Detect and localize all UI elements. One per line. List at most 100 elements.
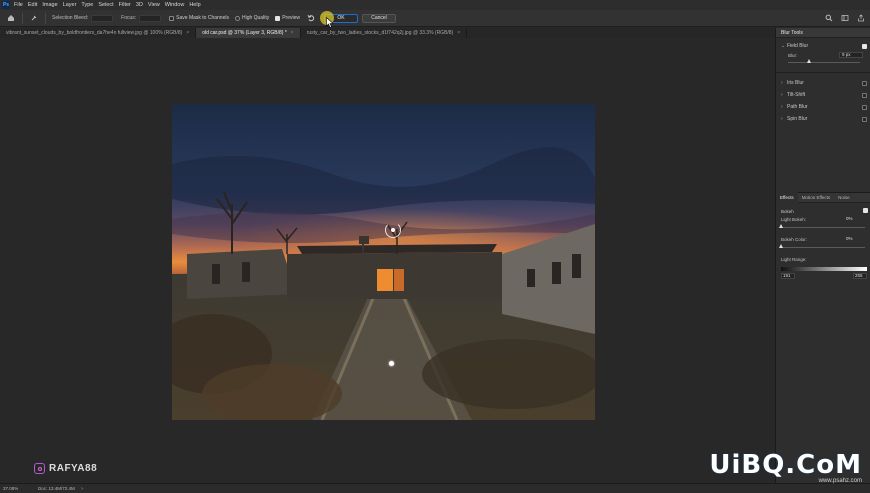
menu-filter[interactable]: Filter (119, 2, 131, 8)
tab-vibrant-sunset[interactable]: vibrant_sunset_clouds_by_boldfrontiers_d… (0, 28, 197, 38)
high-quality-box[interactable] (234, 15, 240, 21)
divider (776, 72, 870, 73)
divider (22, 12, 23, 24)
blur-gallery-panel: Blur Tools ⌄ Field Blur Blur: 9 px › Iri… (775, 28, 870, 483)
light-bokeh-row: Light Bokeh: 0% (776, 216, 870, 236)
bokeh-color-thumb[interactable] (779, 244, 783, 248)
light-range-label: Light Range: (781, 257, 807, 262)
menu-window[interactable]: Window (165, 2, 185, 8)
document-canvas[interactable]: RAFYA88 (0, 38, 775, 483)
close-icon[interactable]: × (186, 30, 189, 36)
divider (45, 12, 46, 24)
document-image[interactable] (172, 104, 595, 420)
menu-bar: Ps File Edit Image Layer Type Select Fil… (0, 0, 870, 10)
range-low-field[interactable]: 191 (781, 273, 795, 279)
preview-checkbox[interactable]: Preview (275, 15, 300, 21)
cancel-button[interactable]: Cancel (362, 13, 396, 23)
effects-content: Bokeh Light Bokeh: 0% Bokeh Color: 0% Li… (776, 206, 870, 284)
menu-image[interactable]: Image (42, 2, 57, 8)
menu-3d[interactable]: 3D (136, 2, 143, 8)
light-bokeh-label: Light Bokeh: (781, 217, 807, 222)
range-high-field[interactable]: 255 (853, 273, 867, 279)
menu-help[interactable]: Help (189, 2, 200, 8)
field-blur-checkbox[interactable] (862, 43, 867, 49)
tab-noise[interactable]: Noise (834, 192, 854, 203)
light-bokeh-thumb[interactable] (779, 224, 783, 228)
blur-item-label: Field Blur (787, 43, 809, 49)
preview-box[interactable] (275, 15, 281, 21)
watermark-site-url: www.psahz.com (818, 478, 862, 484)
blur-item-label: Tilt-Shift (787, 92, 806, 98)
blur-value-field[interactable]: 9 px (839, 52, 863, 58)
doc-size: Doc: 13.4M/72.4M (38, 486, 75, 491)
pin-tool-icon[interactable] (29, 13, 39, 23)
blur-item-label: Iris Blur (787, 80, 804, 86)
bokeh-color-label: Bokeh Color: (781, 237, 808, 242)
search-icon[interactable] (824, 13, 834, 23)
blur-item-label: Path Blur (787, 104, 808, 110)
site-watermark: UiBQ.CoM www.psahz.com (709, 452, 862, 484)
bokeh-row[interactable]: Bokeh (776, 206, 870, 216)
bokeh-color-value[interactable]: 0% (846, 236, 853, 241)
save-mask-label: Save Mask to Channels (176, 15, 229, 21)
path-blur-checkbox[interactable] (862, 104, 867, 110)
high-quality-label: High Quality (241, 15, 270, 21)
instagram-icon (34, 463, 45, 474)
focus-field[interactable] (139, 14, 162, 22)
blur-item-label: Spin Blur (787, 116, 808, 122)
light-range-values: 191 255 (781, 273, 867, 279)
reset-pins-icon[interactable] (306, 13, 316, 23)
light-bokeh-value[interactable]: 0% (846, 216, 853, 221)
menu-select[interactable]: Select (98, 2, 113, 8)
blur-slider-row: Blur: 9 px (776, 52, 870, 68)
blur-pin-center[interactable] (391, 228, 395, 232)
blur-item-tilt-shift[interactable]: › Tilt-Shift (776, 89, 870, 101)
zoom-level[interactable]: 37.08% (0, 486, 30, 491)
blur-tools-header: Blur Tools (776, 28, 870, 38)
options-right-group (824, 13, 866, 23)
tab-effects[interactable]: Effects (776, 192, 798, 203)
blur-item-field-blur[interactable]: ⌄ Field Blur (776, 40, 870, 52)
tab-old-car[interactable]: old car.psd @ 37% (Layer 3, RGB/8) * × (196, 28, 301, 38)
menu-file[interactable]: File (14, 2, 23, 8)
spin-blur-checkbox[interactable] (862, 116, 867, 122)
high-quality-checkbox[interactable]: High Quality (234, 15, 270, 21)
menu-view[interactable]: View (148, 2, 160, 8)
bokeh-label: Bokeh (781, 208, 794, 214)
mouse-cursor-icon (326, 17, 334, 28)
bokeh-color-track[interactable] (781, 247, 865, 248)
instagram-watermark: RAFYA88 (34, 463, 97, 474)
tilt-shift-checkbox[interactable] (862, 92, 867, 98)
light-range-gradient[interactable] (781, 267, 867, 271)
blur-slider-thumb[interactable] (807, 59, 812, 63)
blur-pin[interactable] (389, 361, 394, 366)
selection-bleed-field[interactable] (91, 14, 114, 22)
bokeh-checkbox[interactable] (863, 208, 868, 213)
tab-label: vibrant_sunset_clouds_by_boldfrontiers_d… (6, 30, 183, 36)
save-mask-box[interactable] (169, 15, 175, 21)
bokeh-color-row: Bokeh Color: 0% (776, 236, 870, 256)
share-icon[interactable] (856, 13, 866, 23)
close-icon[interactable]: × (291, 30, 294, 36)
blur-item-spin-blur[interactable]: › Spin Blur (776, 113, 870, 125)
effects-tab-bar: Effects Motion Effects Noise (776, 192, 870, 203)
watermark-handle: RAFYA88 (49, 463, 98, 474)
menu-layer[interactable]: Layer (63, 2, 77, 8)
iris-blur-checkbox[interactable] (862, 80, 867, 86)
menu-type[interactable]: Type (81, 2, 93, 8)
home-icon[interactable] (6, 13, 16, 23)
document-tab-bar: vibrant_sunset_clouds_by_boldfrontiers_d… (0, 28, 775, 38)
blur-item-path-blur[interactable]: › Path Blur (776, 101, 870, 113)
status-bar: 37.08% Doc: 13.4M/72.4M > (0, 483, 870, 493)
tab-motion-effects[interactable]: Motion Effects (798, 192, 834, 203)
close-icon[interactable]: × (457, 30, 460, 36)
save-mask-checkbox[interactable]: Save Mask to Channels (169, 15, 229, 21)
status-menu-arrow[interactable]: > (81, 486, 84, 491)
blur-label: Blur: (788, 53, 798, 58)
workspace-icon[interactable] (840, 13, 850, 23)
light-bokeh-track[interactable] (781, 227, 865, 228)
tab-rusty-car[interactable]: rusty_car_by_two_ladies_stocks_d1f742q2j… (301, 28, 468, 38)
menu-edit[interactable]: Edit (28, 2, 37, 8)
blur-slider-track[interactable] (788, 62, 860, 63)
blur-item-iris-blur[interactable]: › Iris Blur (776, 77, 870, 89)
